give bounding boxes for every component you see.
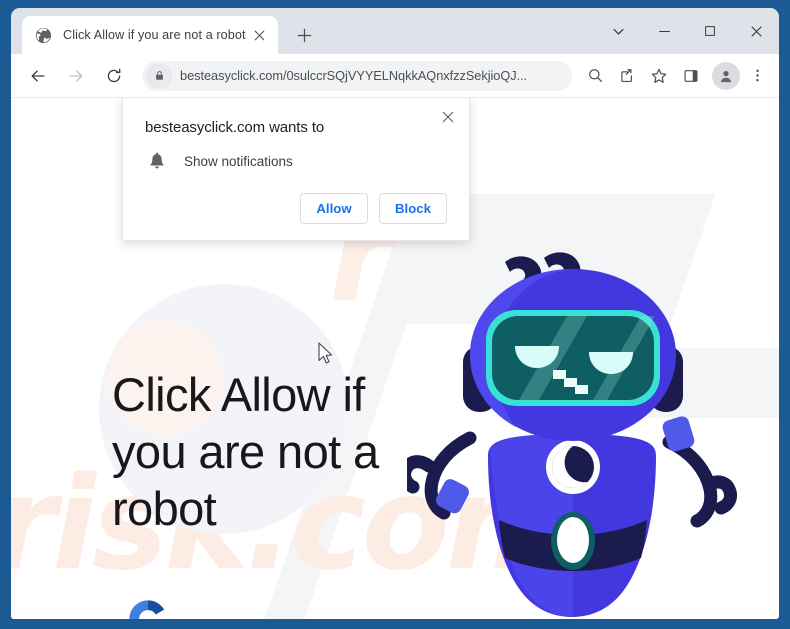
allow-button[interactable]: Allow [300, 193, 368, 224]
profile-avatar-icon[interactable] [712, 61, 740, 90]
search-icon[interactable] [580, 61, 610, 91]
browser-window: Click Allow if you are not a robot beste… [11, 8, 779, 619]
close-icon[interactable] [436, 105, 460, 129]
bell-icon [148, 151, 166, 171]
side-panel-icon[interactable] [676, 61, 706, 91]
tab-strip: Click Allow if you are not a robot [11, 8, 779, 54]
forward-button [60, 60, 92, 92]
page-viewport: r risk.com Click Allow if you are not a … [11, 98, 779, 619]
new-tab-button[interactable] [290, 21, 318, 49]
globe-icon [35, 27, 52, 44]
browser-tab[interactable]: Click Allow if you are not a robot [22, 16, 278, 54]
tab-search-button[interactable] [595, 11, 641, 51]
close-window-button[interactable] [733, 11, 779, 51]
permission-actions: Allow Block [145, 193, 447, 224]
window-controls [595, 8, 779, 54]
confused-robot-illustration [398, 228, 738, 619]
maximize-button[interactable] [687, 11, 733, 51]
tab-close-icon[interactable] [250, 26, 269, 45]
reload-button[interactable] [98, 60, 130, 92]
e-captcha-logo: E-CAPTCHA [124, 595, 194, 619]
lock-icon[interactable] [146, 62, 172, 89]
permission-title: besteasyclick.com wants to [145, 119, 325, 136]
page-title: Click Allow if you are not a robot [112, 368, 379, 535]
permission-option-row: Show notifications [145, 151, 447, 171]
url-text: besteasyclick.com/0sulccrSQjVYYELNqkkAQn… [180, 68, 528, 83]
bookmark-star-icon[interactable] [644, 61, 674, 91]
permission-option-label: Show notifications [184, 153, 293, 169]
desktop-background: Click Allow if you are not a robot beste… [0, 0, 790, 629]
block-button[interactable]: Block [379, 193, 447, 224]
three-dot-menu-icon[interactable] [744, 61, 770, 91]
back-button[interactable] [22, 60, 54, 92]
tab-title: Click Allow if you are not a robot [63, 28, 246, 42]
address-bar[interactable]: besteasyclick.com/0sulccrSQjVYYELNqkkAQn… [142, 60, 572, 91]
notification-permission-popup: besteasyclick.com wants to Show notifica… [122, 98, 470, 241]
mouse-cursor [318, 342, 334, 366]
minimize-button[interactable] [641, 11, 687, 51]
share-icon[interactable] [612, 61, 642, 91]
browser-toolbar: besteasyclick.com/0sulccrSQjVYYELNqkkAQn… [11, 54, 779, 98]
